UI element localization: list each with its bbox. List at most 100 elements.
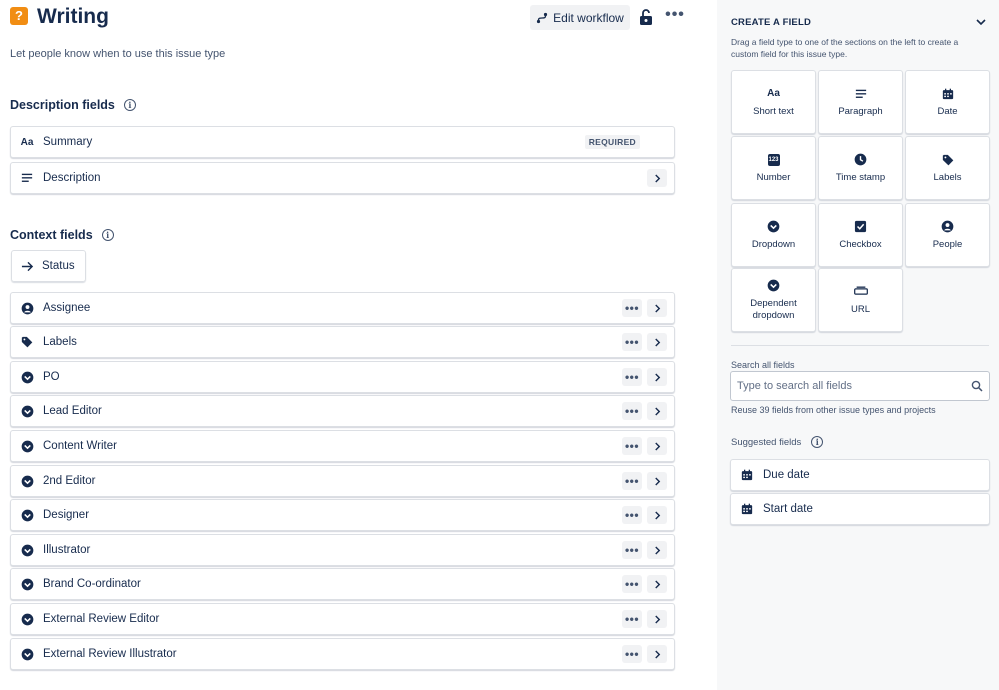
- field-more-button[interactable]: •••: [622, 437, 642, 455]
- field-label: 2nd Editor: [43, 475, 96, 487]
- tag-icon: [941, 153, 955, 167]
- field-more-button[interactable]: •••: [622, 402, 642, 420]
- chevron-right-icon[interactable]: [647, 575, 667, 593]
- more-actions-button[interactable]: •••: [664, 7, 686, 27]
- calendar-icon: [741, 469, 753, 481]
- create-field-title: CREATE A FIELD: [731, 17, 812, 28]
- unlock-icon[interactable]: [638, 8, 654, 26]
- tile-label: Date: [937, 105, 958, 117]
- paragraph-icon: [20, 171, 34, 185]
- info-icon[interactable]: i: [123, 99, 136, 111]
- edit-workflow-label: Edit workflow: [553, 10, 624, 25]
- field-row-summary[interactable]: Aa Summary REQUIRED: [10, 126, 675, 158]
- calendar-icon: [941, 87, 955, 101]
- search-box[interactable]: [730, 371, 990, 401]
- reuse-fields-text: Reuse 39 fields from other issue types a…: [731, 405, 936, 415]
- chevron-down-icon[interactable]: [975, 16, 987, 28]
- tile-label: Number: [756, 171, 791, 183]
- link-icon: [853, 285, 868, 299]
- field-row[interactable]: Designer •••: [10, 499, 675, 531]
- chevron-right-icon[interactable]: [647, 402, 667, 420]
- field-more-button[interactable]: •••: [622, 333, 642, 351]
- field-more-button[interactable]: •••: [622, 645, 642, 663]
- tile-label: People: [932, 238, 963, 250]
- chevron-right-icon[interactable]: [647, 333, 667, 351]
- checkbox-icon: [854, 220, 868, 234]
- field-more-button[interactable]: •••: [622, 299, 642, 317]
- search-icon[interactable]: [971, 380, 983, 392]
- suggested-field[interactable]: Start date: [730, 493, 990, 525]
- field-row[interactable]: Assignee •••: [10, 292, 675, 324]
- field-type-tile[interactable]: 123 Number: [731, 136, 816, 200]
- field-type-tile[interactable]: Labels: [905, 136, 990, 200]
- edit-workflow-button[interactable]: Edit workflow: [530, 5, 630, 30]
- field-label: External Review Illustrator: [43, 648, 177, 660]
- chevron-right-icon[interactable]: [647, 610, 667, 628]
- field-more-button[interactable]: •••: [622, 610, 642, 628]
- field-row[interactable]: Brand Co-ordinator •••: [10, 568, 675, 600]
- tile-label: Checkbox: [839, 238, 882, 250]
- field-type-tile[interactable]: Date: [905, 70, 990, 134]
- tile-label: Dropdown: [751, 238, 796, 250]
- field-row[interactable]: External Review Illustrator •••: [10, 638, 675, 670]
- field-more-button[interactable]: •••: [622, 575, 642, 593]
- field-row[interactable]: 2nd Editor •••: [10, 465, 675, 497]
- create-field-description: Drag a field type to one of the sections…: [731, 37, 959, 59]
- search-input[interactable]: [737, 378, 957, 394]
- info-icon[interactable]: i: [101, 229, 114, 241]
- field-row[interactable]: Content Writer •••: [10, 430, 675, 462]
- field-label: PO: [43, 371, 60, 383]
- field-row[interactable]: PO •••: [10, 361, 675, 393]
- suggested-fields-heading: Suggested fields i: [731, 436, 824, 448]
- field-row[interactable]: External Review Editor •••: [10, 603, 675, 635]
- field-type-tile[interactable]: Dropdown: [731, 203, 816, 267]
- field-label: Content Writer: [43, 440, 117, 452]
- required-badge: REQUIRED: [584, 135, 640, 149]
- chevron-right-icon[interactable]: [647, 472, 667, 490]
- dropdown-icon: [20, 439, 34, 453]
- arrow-right-icon: [21, 261, 34, 271]
- tile-label: Short text: [753, 105, 794, 117]
- field-more-button[interactable]: •••: [622, 368, 642, 386]
- field-type-tile[interactable]: Checkbox: [818, 203, 903, 267]
- context-fields-title: Context fields: [10, 228, 93, 242]
- page-title[interactable]: Writing: [37, 5, 109, 29]
- text-aa-icon: Aa: [767, 88, 780, 99]
- field-more-button[interactable]: •••: [622, 472, 642, 490]
- field-label: Brand Co-ordinator: [43, 578, 141, 590]
- info-icon[interactable]: i: [811, 436, 824, 448]
- field-more-button[interactable]: •••: [622, 506, 642, 524]
- issue-type-description[interactable]: Let people know when to use this issue t…: [10, 48, 225, 60]
- description-fields-title: Description fields: [10, 98, 115, 112]
- suggested-field-label: Due date: [763, 469, 810, 481]
- person-icon: [20, 301, 34, 315]
- field-type-tile[interactable]: Dependent dropdown: [731, 268, 816, 332]
- chevron-right-icon[interactable]: [647, 541, 667, 559]
- tag-icon: [20, 335, 34, 349]
- chevron-right-icon[interactable]: [647, 437, 667, 455]
- status-field[interactable]: Status: [11, 250, 86, 282]
- chevron-right-icon[interactable]: [647, 506, 667, 524]
- chevron-right-icon[interactable]: [647, 169, 667, 187]
- field-type-tile[interactable]: URL: [818, 268, 903, 332]
- chevron-right-icon[interactable]: [647, 645, 667, 663]
- field-type-tile[interactable]: Paragraph: [818, 70, 903, 134]
- field-row[interactable]: Lead Editor •••: [10, 395, 675, 427]
- field-row[interactable]: Labels •••: [10, 326, 675, 358]
- dropdown-icon: [767, 279, 781, 293]
- field-type-tile[interactable]: Aa Short text: [731, 70, 816, 134]
- field-label: Designer: [43, 509, 90, 521]
- field-type-tile[interactable]: Time stamp: [818, 136, 903, 200]
- field-row[interactable]: Illustrator •••: [10, 534, 675, 566]
- suggested-field[interactable]: Due date: [730, 459, 990, 491]
- chevron-right-icon[interactable]: [647, 368, 667, 386]
- suggested-fields-title: Suggested fields: [731, 436, 802, 448]
- tile-label: Dependent dropdown: [750, 297, 797, 321]
- clock-icon: [854, 153, 868, 167]
- field-row-description[interactable]: Description: [10, 162, 675, 194]
- dropdown-icon: [20, 370, 34, 384]
- status-label: Status: [42, 260, 75, 272]
- chevron-right-icon[interactable]: [647, 299, 667, 317]
- field-type-tile[interactable]: People: [905, 203, 990, 267]
- field-more-button[interactable]: •••: [622, 541, 642, 559]
